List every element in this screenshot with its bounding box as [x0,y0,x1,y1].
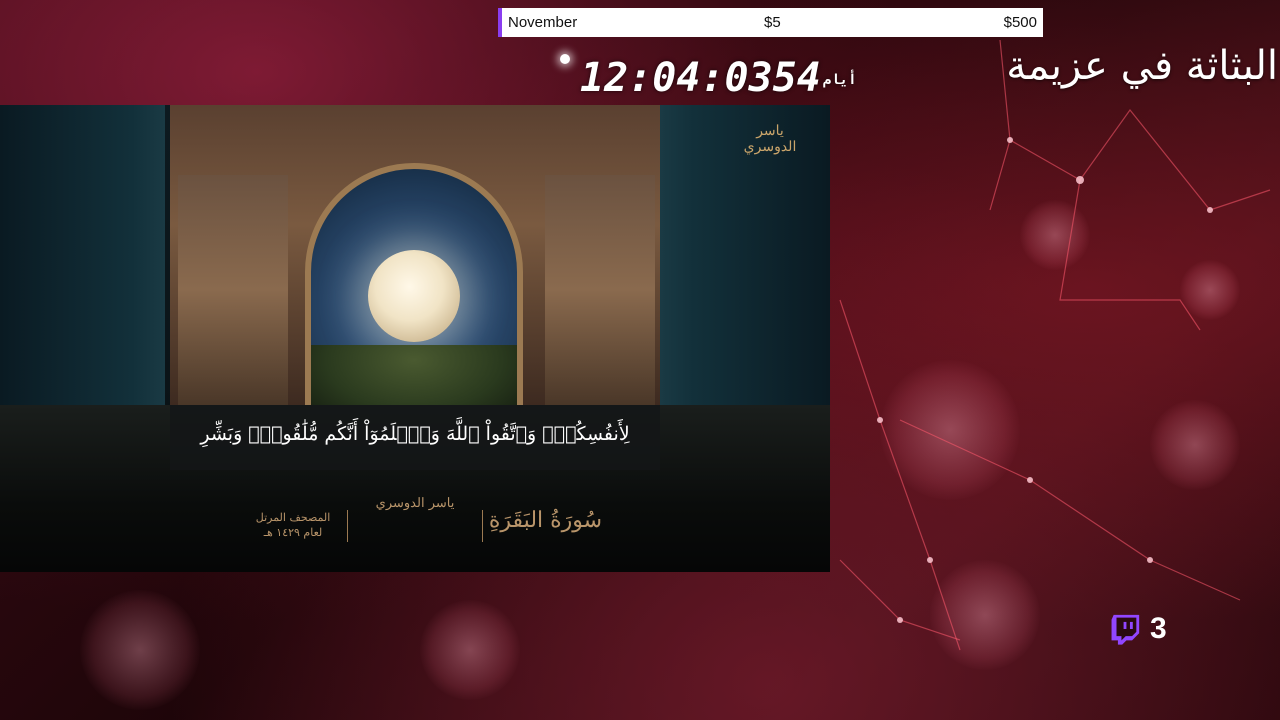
viewer-count-widget: 3 [1108,612,1167,646]
arch-ornament-left [178,175,288,405]
calligraphy-text: ياسر الدوسري [743,123,797,155]
goal-current-amount: $5 [764,14,781,31]
countdown-days: 54 [772,55,821,101]
countdown-time: 12:04:03 [580,55,773,101]
light-spark [560,54,570,64]
stream-overlay: November $5 $500 12:04:03 أيام54 البثاثة … [0,0,1280,720]
surah-name: سُورَةُ البَقَرَةِ [488,508,603,533]
quran-verse-subtitle: لِأَنفُسِكُمْۚ وَٱتَّقُواْ ٱللَّهَ وَٱعۡ… [200,423,630,445]
viewer-count: 3 [1150,612,1167,645]
reciter-calligraphy-logo: ياسر الدوسري [735,123,805,173]
video-player[interactable]: ياسر الدوسري لِأَنفُسِكُمْۚ وَٱتَّقُواْ … [0,105,830,572]
reciter-name-text: ياسر الدوسري [375,496,455,511]
stream-title: البثاثة في عزيمة [1006,43,1278,89]
mushaf-line-1: المصحف المرتل [255,511,331,524]
goal-target-amount: $500 [1003,14,1037,31]
arch-ornament-right [545,175,655,405]
reciter-name: ياسر الدوسري [355,497,475,511]
mushaf-credit: المصحف المرتل لعام ١٤٢٩ هـ [248,510,338,540]
mushaf-line-2: لعام ١٤٢٩ هـ [263,526,323,539]
countdown-timer: 12:04:03 أيام54 [580,52,856,104]
credit-divider [347,510,348,542]
donation-goal-bar: November $5 $500 [498,8,1043,37]
goal-month-label: November [508,14,578,31]
twitch-icon [1111,614,1140,645]
credit-divider [482,510,483,542]
moon-image [368,250,460,342]
countdown-days-label: أيام [822,72,857,88]
